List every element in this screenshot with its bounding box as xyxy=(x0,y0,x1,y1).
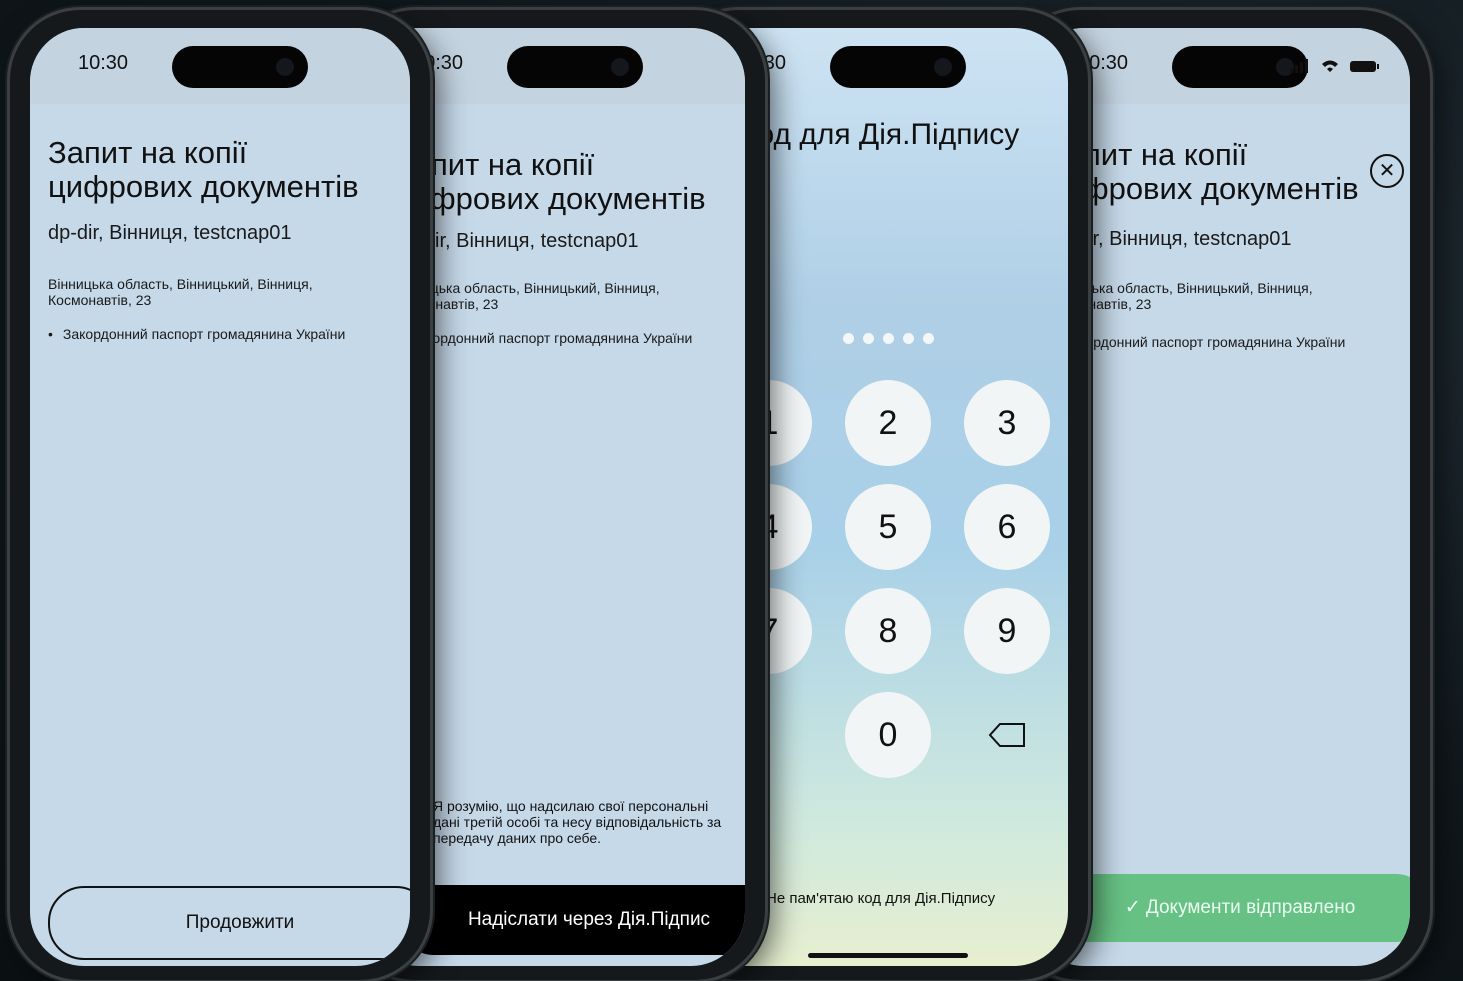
document-item: Закордонний паспорт громадянина України xyxy=(48,326,345,342)
dynamic-island xyxy=(830,46,966,88)
close-icon[interactable]: ✕ xyxy=(1370,154,1404,188)
backspace-icon[interactable] xyxy=(988,722,1028,748)
key-9[interactable]: 9 xyxy=(964,588,1050,674)
org-name: dp-dir, Вінниця, testcnap01 xyxy=(395,230,639,252)
key-5[interactable]: 5 xyxy=(845,484,931,570)
title-line-2: цифрових документів xyxy=(1048,171,1359,206)
screen: 10:30 Запит на копії цифрових документів … xyxy=(30,28,410,966)
key-2[interactable]: 2 xyxy=(845,380,931,466)
consent-text: Я розумію, що надсилаю свої персональні … xyxy=(433,798,722,846)
pin-indicator xyxy=(843,333,934,344)
forgot-code-link[interactable]: Не пам'ятаю код для Дія.Підпису xyxy=(766,890,995,907)
status-bar: 10:30 xyxy=(30,28,410,104)
dynamic-island xyxy=(1172,46,1308,88)
address: Вінницька область, Вінницький, Вінниця, К… xyxy=(48,276,313,308)
address: Вінницька область, Вінницький, Вінниця, К… xyxy=(1048,280,1313,312)
key-0[interactable]: 0 xyxy=(845,692,931,778)
phone-screen-request: 10:30 Запит на копії цифрових документів … xyxy=(10,10,430,980)
continue-button[interactable]: Продовжити xyxy=(48,886,410,960)
page-title: Запит на копії цифрових документів xyxy=(395,147,706,216)
send-via-diia-button[interactable]: Надіслати через Дія.Підпис xyxy=(399,885,745,955)
document-item: Закордонний паспорт громадянина України xyxy=(395,330,692,346)
signal-wifi-battery-icon xyxy=(1290,59,1379,73)
key-8[interactable]: 8 xyxy=(845,588,931,674)
page-title: Запит на копії цифрових документів xyxy=(48,135,359,204)
home-indicator xyxy=(808,953,968,958)
documents-sent-button[interactable]: ✓ Документи відправлено xyxy=(1050,874,1410,942)
key-3[interactable]: 3 xyxy=(964,380,1050,466)
org-name: dp-dir, Вінниця, testcnap01 xyxy=(48,222,292,244)
address: Вінницька область, Вінницький, Вінниця, К… xyxy=(395,280,660,312)
document-item: Закордонний паспорт громадянина України xyxy=(1048,334,1345,350)
title-line-1: Запит на копії xyxy=(1048,137,1248,172)
pin-title: Код для Дія.Підпису xyxy=(740,118,1020,151)
status-time: 10:30 xyxy=(78,52,129,74)
key-6[interactable]: 6 xyxy=(964,484,1050,570)
dynamic-island xyxy=(507,46,643,88)
dynamic-island xyxy=(172,46,308,88)
page-title: Запит на копії цифрових документів xyxy=(1048,138,1359,206)
